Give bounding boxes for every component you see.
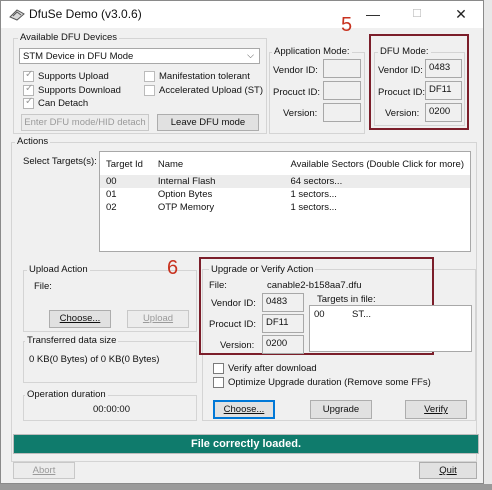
actions-label: Actions bbox=[15, 136, 51, 147]
verify-after-download-checkbox[interactable] bbox=[213, 363, 224, 374]
dfu-version-field[interactable]: 0200 bbox=[425, 103, 462, 122]
upload-choose-button[interactable]: Choose... bbox=[49, 310, 111, 328]
verify-after-download-label: Verify after download bbox=[228, 363, 317, 374]
device-select[interactable]: STM Device in DFU Mode ⌵ bbox=[19, 48, 260, 64]
upload-file-label: File: bbox=[34, 281, 52, 292]
dfu-vendor-id-field[interactable]: 0483 bbox=[425, 59, 462, 78]
manifestation-tolerant-label: Manifestation tolerant bbox=[159, 71, 250, 82]
target-file-id: 00 bbox=[314, 309, 325, 320]
quit-button[interactable]: Quit bbox=[419, 462, 477, 479]
target-name-cell: Internal Flash bbox=[157, 176, 216, 187]
available-dfu-devices-label: Available DFU Devices bbox=[18, 32, 119, 43]
target-name-cell: Option Bytes bbox=[157, 189, 213, 200]
targets-table: Target Id Name Available Sectors (Double… bbox=[100, 158, 470, 214]
column-header-target-id[interactable]: Target Id bbox=[100, 158, 152, 171]
upgrade-verify-label: Upgrade or Verify Action bbox=[209, 264, 316, 275]
supports-upload-checkbox[interactable] bbox=[23, 69, 34, 82]
callout-number-6: 6 bbox=[167, 257, 179, 279]
verify-button[interactable]: Verify bbox=[405, 400, 467, 419]
dfu-product-id-field[interactable]: DF11 bbox=[425, 81, 462, 100]
chevron-down-icon: ⌵ bbox=[247, 50, 254, 60]
target-name-cell: OTP Memory bbox=[157, 202, 215, 213]
dfuse-window: DfuSe Demo (v3.0.6) — ☐ ✕ Available DFU … bbox=[0, 0, 484, 484]
enter-dfu-mode-button[interactable]: Enter DFU mode/HID detach bbox=[21, 114, 149, 131]
upgrade-vendor-id-field[interactable]: 0483 bbox=[262, 293, 304, 312]
select-targets-label: Select Targets(s): bbox=[23, 156, 97, 167]
operation-duration-value: 00:00:00 bbox=[93, 404, 130, 415]
device-select-value: STM Device in DFU Mode bbox=[23, 51, 134, 62]
status-progress-bar: File correctly loaded. bbox=[13, 434, 479, 454]
upgrade-product-id-field[interactable]: DF11 bbox=[262, 314, 304, 333]
app-product-id-label: Procuct ID: bbox=[273, 87, 320, 98]
column-header-sectors[interactable]: Available Sectors (Double Click for more… bbox=[284, 158, 470, 171]
table-row[interactable]: 01 Option Bytes 1 sectors... bbox=[100, 188, 470, 201]
target-id-cell: 01 bbox=[106, 189, 117, 200]
supports-download-checkbox[interactable] bbox=[23, 83, 34, 96]
target-sectors-cell: 1 sectors... bbox=[290, 202, 337, 213]
app-version-label: Version: bbox=[283, 108, 318, 119]
background-window-strip bbox=[0, 484, 492, 490]
app-vendor-id-field[interactable] bbox=[323, 59, 361, 78]
supports-upload-label: Supports Upload bbox=[38, 71, 109, 82]
callout-number-5: 5 bbox=[341, 14, 353, 36]
maximize-button[interactable]: ☐ bbox=[395, 1, 439, 28]
upgrade-version-label: Version: bbox=[220, 340, 255, 351]
target-sectors-cell: 1 sectors... bbox=[290, 189, 337, 200]
targets-header-row: Target Id Name Available Sectors (Double… bbox=[100, 158, 470, 171]
target-id-cell: 00 bbox=[106, 176, 117, 187]
targets-in-file-list[interactable]: 00 ST... bbox=[309, 305, 472, 352]
optimize-upgrade-label: Optimize Upgrade duration (Remove some F… bbox=[228, 377, 431, 388]
transferred-data-label: Transferred data size bbox=[25, 335, 119, 346]
table-row[interactable]: 02 OTP Memory 1 sectors... bbox=[100, 201, 470, 214]
window-title: DfuSe Demo (v3.0.6) bbox=[29, 7, 142, 21]
dfu-product-id-label: Procuct ID: bbox=[378, 87, 425, 98]
background-right-edge bbox=[484, 0, 492, 484]
app-vendor-id-label: Vendor ID: bbox=[273, 65, 318, 76]
leave-dfu-mode-button[interactable]: Leave DFU mode bbox=[157, 114, 259, 131]
can-detach-label: Can Detach bbox=[38, 98, 89, 109]
upgrade-choose-button[interactable]: Choose... bbox=[213, 400, 275, 419]
targets-in-file-label: Targets in file: bbox=[317, 294, 376, 305]
target-sectors-cell: 64 sectors... bbox=[290, 176, 343, 187]
upload-action-label: Upload Action bbox=[27, 264, 90, 275]
app-product-id-field[interactable] bbox=[323, 81, 361, 100]
close-button[interactable]: ✕ bbox=[439, 1, 483, 28]
supports-download-label: Supports Download bbox=[38, 85, 121, 96]
upgrade-file-value: canable2-b158aa7.dfu bbox=[267, 280, 362, 291]
application-mode-label: Application Mode: bbox=[272, 46, 352, 57]
upgrade-file-label: File: bbox=[209, 280, 227, 291]
dfu-version-label: Version: bbox=[385, 108, 420, 119]
targets-list[interactable]: Target Id Name Available Sectors (Double… bbox=[99, 151, 471, 252]
minimize-button[interactable]: — bbox=[351, 1, 395, 28]
column-header-name[interactable]: Name bbox=[152, 158, 285, 171]
target-id-cell: 02 bbox=[106, 202, 117, 213]
accelerated-upload-checkbox[interactable] bbox=[144, 85, 155, 96]
upgrade-vendor-id-label: Vendor ID: bbox=[211, 298, 256, 309]
operation-duration-label: Operation duration bbox=[25, 389, 108, 400]
title-bar: DfuSe Demo (v3.0.6) — ☐ ✕ bbox=[1, 1, 483, 28]
upgrade-product-id-label: Procuct ID: bbox=[209, 319, 256, 330]
status-message: File correctly loaded. bbox=[190, 438, 302, 450]
manifestation-tolerant-checkbox[interactable] bbox=[144, 71, 155, 82]
app-version-field[interactable] bbox=[323, 103, 361, 122]
upgrade-version-field[interactable]: 0200 bbox=[262, 335, 304, 354]
abort-button[interactable]: Abort bbox=[13, 462, 75, 479]
accelerated-upload-label: Accelerated Upload (ST) bbox=[159, 85, 264, 96]
transferred-data-value: 0 KB(0 Bytes) of 0 KB(0 Bytes) bbox=[29, 354, 160, 365]
dfu-mode-label: DFU Mode: bbox=[378, 46, 431, 57]
dfu-vendor-id-label: Vendor ID: bbox=[378, 65, 423, 76]
can-detach-checkbox[interactable] bbox=[23, 96, 34, 109]
upgrade-button[interactable]: Upgrade bbox=[310, 400, 372, 419]
target-file-name: ST... bbox=[352, 309, 372, 320]
upload-button[interactable]: Upload bbox=[127, 310, 189, 328]
app-icon bbox=[9, 9, 25, 21]
table-row[interactable]: 00 Internal Flash 64 sectors... bbox=[100, 175, 470, 188]
optimize-upgrade-checkbox[interactable] bbox=[213, 377, 224, 388]
